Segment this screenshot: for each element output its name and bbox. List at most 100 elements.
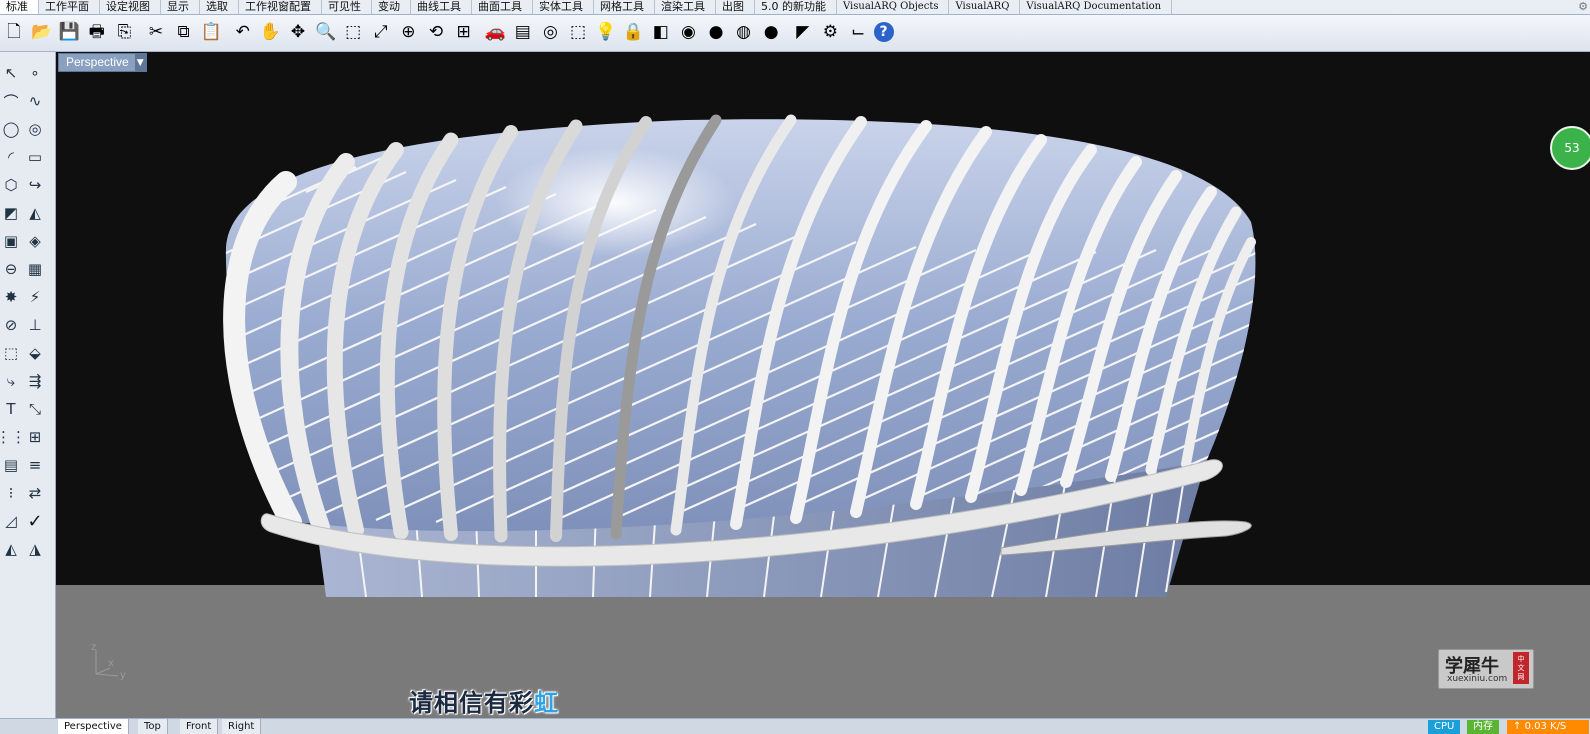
array-icon[interactable]: ⋮⋮: [0, 426, 26, 448]
grid-icon[interactable]: ⁝: [0, 482, 22, 504]
open-folder-icon[interactable]: 📂: [30, 19, 54, 45]
box-icon[interactable]: ▣: [0, 230, 22, 252]
dimension-icon[interactable]: ⌙: [846, 19, 870, 45]
paste-icon[interactable]: 📋: [199, 19, 223, 45]
memory-indicator: 内存: [1467, 720, 1499, 734]
ellipse-icon[interactable]: ◎: [24, 118, 46, 140]
color-wheel-icon[interactable]: ◉: [676, 19, 700, 45]
check-icon[interactable]: ✓: [24, 510, 46, 532]
lamp-icon[interactable]: ◤: [791, 19, 815, 45]
pan-hand-icon[interactable]: ✋: [258, 19, 282, 45]
save-icon[interactable]: 💾: [57, 19, 81, 45]
rendered-sphere-icon[interactable]: ◍: [732, 19, 756, 45]
curve-icon[interactable]: ∿: [24, 90, 46, 112]
fillet-icon[interactable]: ⤷: [0, 370, 22, 392]
light-bulb-icon[interactable]: 💡: [594, 19, 618, 45]
trim-icon[interactable]: ⊥: [24, 314, 46, 336]
viewport-tab-right[interactable]: Right: [222, 719, 262, 734]
scale-icon[interactable]: ⤡: [24, 398, 46, 420]
point-icon[interactable]: ∘: [24, 62, 46, 84]
toolbar-tab[interactable]: VisualARQ: [949, 0, 1021, 14]
lock-icon[interactable]: 🔒: [621, 19, 645, 45]
perspective-viewport[interactable]: Perspective ▼ z x y 53 请相信有彩虹 学犀牛 xuexin…: [56, 52, 1590, 718]
split-icon[interactable]: ⚡: [24, 286, 46, 308]
toolbar-tab[interactable]: 标准: [0, 0, 39, 14]
move-icon[interactable]: ⊞: [24, 426, 46, 448]
new-file-icon[interactable]: 🗋: [2, 19, 26, 45]
toolbar-tab[interactable]: 工作视窗配置: [239, 0, 322, 14]
select-filter-icon[interactable]: ⬚: [566, 19, 590, 45]
viewport-tab-front[interactable]: Front: [180, 719, 219, 734]
toolbar-tab[interactable]: 实体工具: [533, 0, 594, 14]
toolbar-tab[interactable]: 工作平面: [39, 0, 100, 14]
select-arrow-icon[interactable]: ↖: [0, 62, 22, 84]
offset-icon[interactable]: ⇶: [24, 370, 46, 392]
polyline-icon[interactable]: ⌒: [0, 90, 22, 112]
arc-icon[interactable]: ◜: [0, 146, 22, 168]
extrude-surface-icon[interactable]: ◭: [24, 202, 46, 224]
fillet-curve-icon[interactable]: ↪: [24, 174, 46, 196]
viewport-tab-top[interactable]: Top: [138, 719, 168, 734]
group-icon[interactable]: ⬚: [0, 342, 22, 364]
polygon-icon[interactable]: ⬡: [0, 174, 22, 196]
axis-x-label: x: [108, 658, 114, 669]
layer-icon[interactable]: ◧: [649, 19, 673, 45]
toolbar-tab[interactable]: 显示: [161, 0, 200, 14]
print-icon[interactable]: 🖶: [85, 19, 109, 45]
hatch-icon[interactable]: ≡: [24, 454, 46, 476]
viewport-menu-arrow-icon[interactable]: ▼: [134, 54, 146, 71]
render-icon[interactable]: ●: [759, 19, 783, 45]
toolbar-tab[interactable]: 渲染工具: [655, 0, 716, 14]
rectangle-icon[interactable]: ▭: [24, 146, 46, 168]
toolbar-tab[interactable]: VisualARQ Documentation: [1020, 0, 1173, 14]
mesh-icon[interactable]: ▦: [24, 258, 46, 280]
toolbar-tab[interactable]: 设定视图: [100, 0, 161, 14]
cut-icon[interactable]: ✂: [144, 19, 168, 45]
viewport-title-tab[interactable]: Perspective ▼: [58, 53, 147, 72]
cylinder-icon[interactable]: ⊖: [0, 258, 22, 280]
toolbar-tab[interactable]: 变动: [372, 0, 411, 14]
import-icon[interactable]: ⎘: [112, 19, 136, 45]
zoom-extents-icon[interactable]: ⤢: [369, 19, 393, 45]
explode-icon[interactable]: ✸: [0, 286, 22, 308]
copy-icon[interactable]: ⧉: [172, 19, 196, 45]
watermark-tag-char: 中: [1517, 654, 1525, 663]
text-icon[interactable]: T: [0, 398, 22, 420]
zoom-selected-icon[interactable]: ⊕: [396, 19, 420, 45]
shaded-sphere-icon[interactable]: ●: [704, 19, 728, 45]
toolbar-tab[interactable]: 选取: [200, 0, 239, 14]
options-gear-icon[interactable]: ⚙: [818, 19, 842, 45]
car-icon[interactable]: 🚗: [483, 19, 507, 45]
rotate-view-icon[interactable]: ✥: [286, 19, 310, 45]
toolbar-tab[interactable]: 曲面工具: [472, 0, 533, 14]
toolbar-tab[interactable]: 5.0 的新功能: [755, 0, 837, 14]
surface-corner-icon[interactable]: ◩: [0, 202, 22, 224]
stadium-model[interactable]: [56, 52, 1590, 718]
zoom-window-icon[interactable]: ⬚: [341, 19, 365, 45]
zoom-icon[interactable]: 🔍: [314, 19, 338, 45]
block-icon[interactable]: ▤: [0, 454, 22, 476]
help-icon[interactable]: ?: [873, 22, 894, 42]
speed-badge[interactable]: 53: [1550, 126, 1590, 170]
four-viewports-icon[interactable]: ⊞: [452, 19, 476, 45]
settings-gear-icon[interactable]: ⚙: [1578, 0, 1588, 13]
ungroup-icon[interactable]: ⬙: [24, 342, 46, 364]
shade-icon[interactable]: ◭: [0, 538, 22, 560]
align-icon[interactable]: ⇄: [24, 482, 46, 504]
speed-badge-text: 53: [1564, 141, 1580, 155]
dimension-tool-icon[interactable]: ◿: [0, 510, 22, 532]
toolbar-tab[interactable]: 网格工具: [594, 0, 655, 14]
solid-union-icon[interactable]: ◈: [24, 230, 46, 252]
toolbar-tab[interactable]: 曲线工具: [411, 0, 472, 14]
toolbar-tab[interactable]: 出图: [716, 0, 755, 14]
viewport-tab-perspective[interactable]: Perspective: [58, 719, 129, 734]
named-views-icon[interactable]: ▤: [511, 19, 535, 45]
toolbar-tab[interactable]: VisualARQ Objects: [837, 0, 950, 14]
toolbar-tab[interactable]: 可见性: [322, 0, 372, 14]
undo-view-icon[interactable]: ⟲: [424, 19, 448, 45]
undo-icon[interactable]: ↶: [231, 19, 255, 45]
paint-bucket-icon[interactable]: ◮: [24, 538, 46, 560]
circle-icon[interactable]: ◯: [0, 118, 22, 140]
boolean-split-icon[interactable]: ⊘: [0, 314, 22, 336]
osnap-icon[interactable]: ◎: [538, 19, 562, 45]
